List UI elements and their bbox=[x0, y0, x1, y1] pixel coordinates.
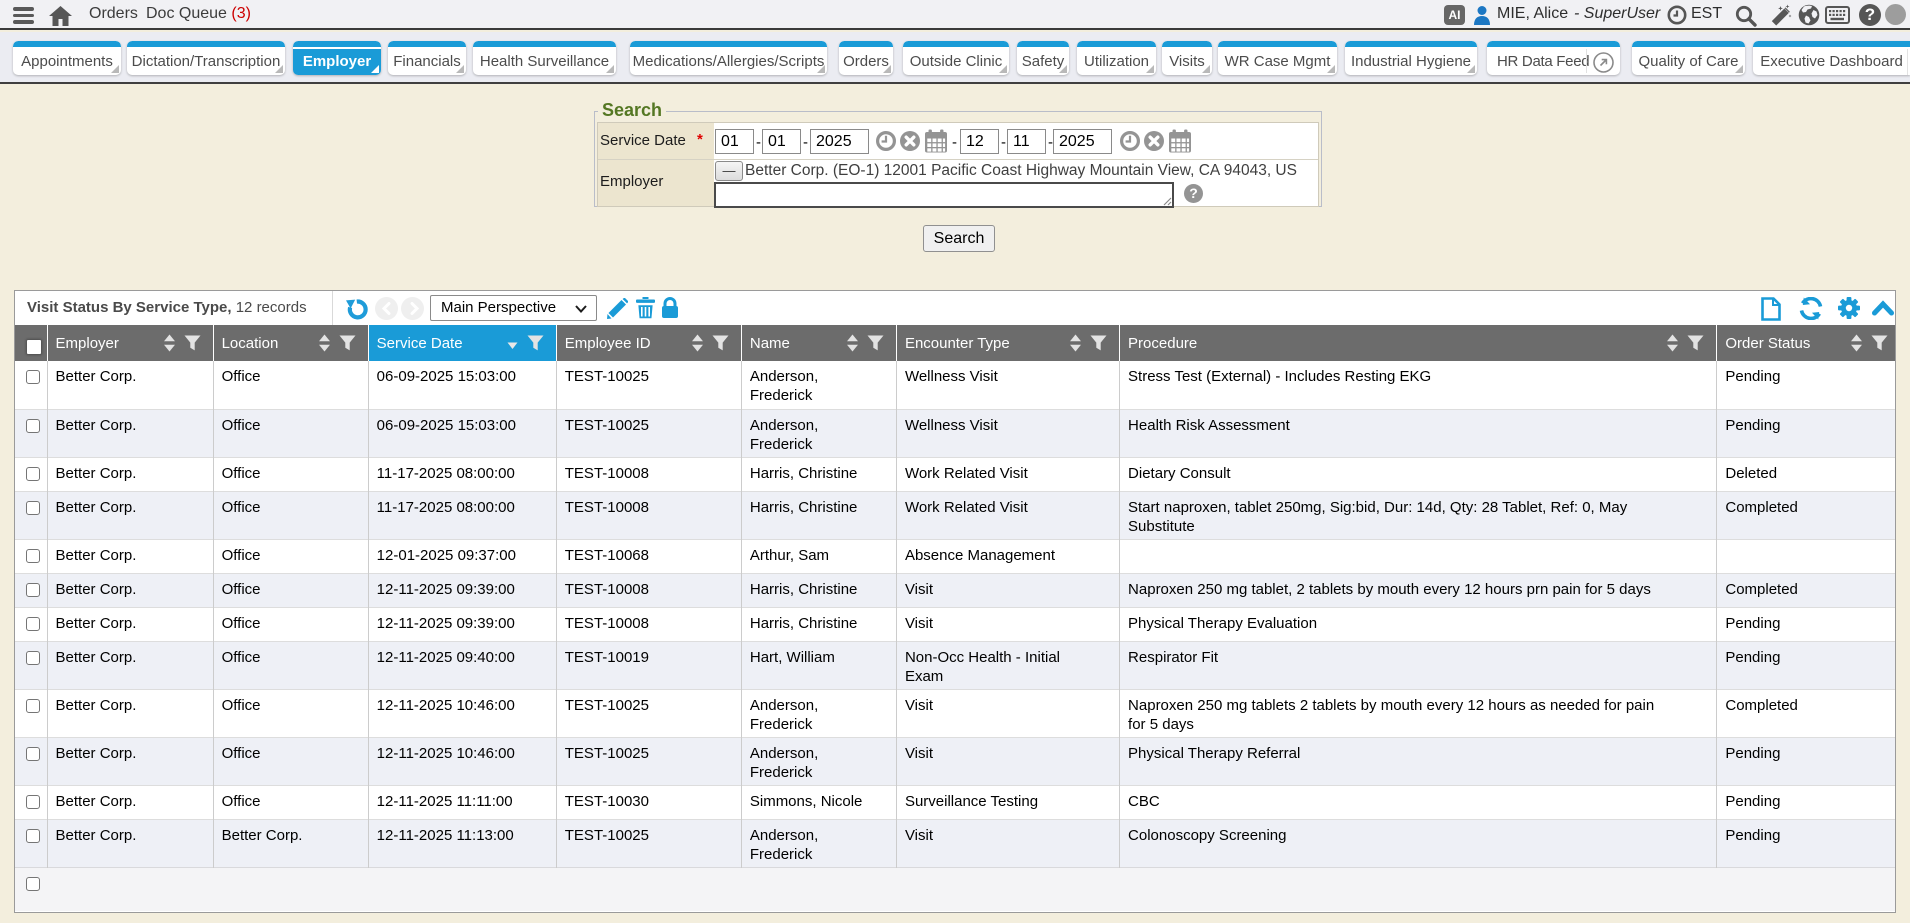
svg-text:?: ? bbox=[1189, 185, 1198, 201]
